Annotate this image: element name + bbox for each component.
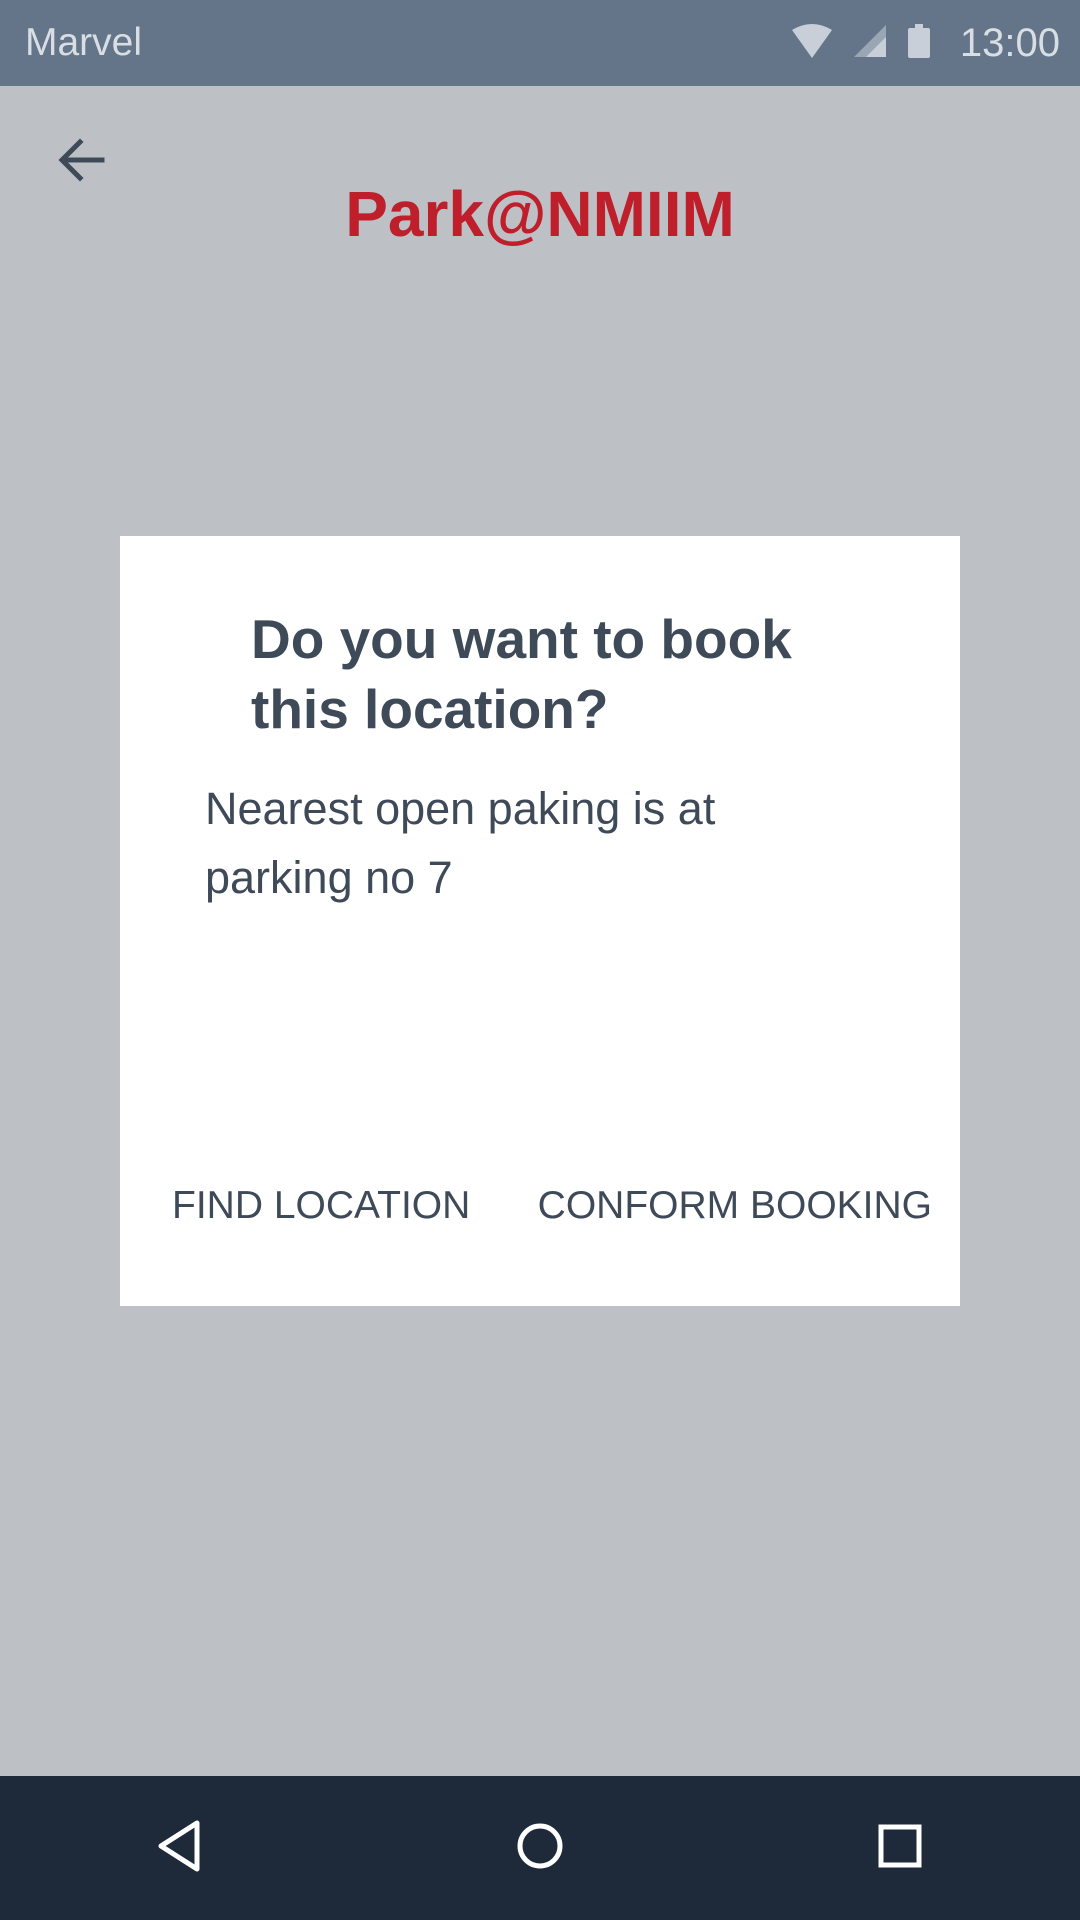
dialog-title: Do you want to book this location? <box>251 608 792 740</box>
back-triangle-icon <box>153 1819 207 1878</box>
booking-dialog: Do you want to book this location? Neare… <box>120 536 960 1306</box>
confirm-booking-button[interactable]: CONFORM BOOKING <box>538 1176 932 1236</box>
navigation-bar <box>0 1776 1080 1920</box>
cell-signal-icon <box>853 24 886 62</box>
status-icons: 13:00 <box>791 18 1060 68</box>
nav-recents-button[interactable] <box>840 1788 960 1908</box>
find-location-button[interactable]: FIND LOCATION <box>172 1176 470 1236</box>
app-screen: Park@NMIIM Do you want to book this loca… <box>0 86 1080 1776</box>
home-circle-icon <box>513 1819 567 1878</box>
nav-back-button[interactable] <box>120 1788 240 1908</box>
status-bar: Marvel 13:00 <box>0 0 1080 86</box>
dialog-actions: FIND LOCATION CONFORM BOOKING <box>172 1176 932 1236</box>
app-title: Park@NMIIM <box>345 178 735 250</box>
status-app-name: Marvel <box>25 21 143 64</box>
battery-icon <box>907 23 930 63</box>
wifi-icon <box>791 23 832 63</box>
nav-home-button[interactable] <box>480 1788 600 1908</box>
recents-square-icon <box>873 1819 927 1878</box>
dialog-message: Nearest open paking is at parking no 7 <box>205 783 716 903</box>
status-time: 13:00 <box>959 21 1060 65</box>
